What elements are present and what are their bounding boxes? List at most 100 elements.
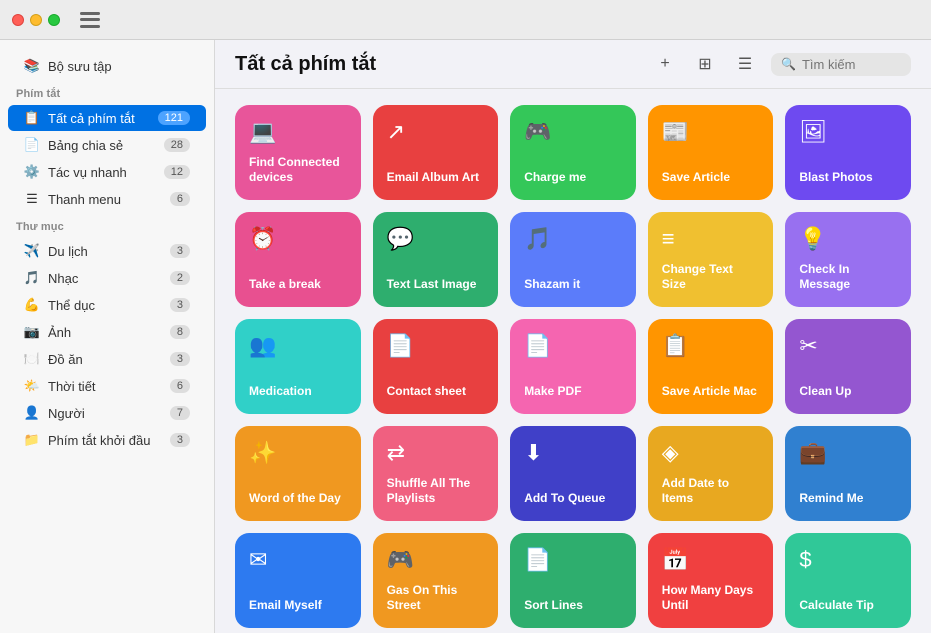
shortcut-card-15[interactable]: ✂ Clean Up <box>785 319 911 414</box>
sidebar-badge-quick: 12 <box>164 165 190 179</box>
list-view-button[interactable]: ☰ <box>731 50 759 78</box>
shortcuts-grid: 💻 Find Connected devices ↗ Email Album A… <box>215 89 931 633</box>
card-label-8: Shazam it <box>524 277 622 293</box>
shortcut-card-3[interactable]: 🎮 Charge me <box>510 105 636 200</box>
sidebar-label-food: Đồ ăn <box>48 352 83 367</box>
card-icon-21: ✉ <box>249 547 347 573</box>
sidebar-item-menu[interactable]: ☰ Thanh menu 6 <box>8 186 206 212</box>
shortcut-card-6[interactable]: ⏰ Take a break <box>235 212 361 307</box>
card-label-16: Word of the Day <box>249 491 347 507</box>
sidebar-badge-menu: 6 <box>170 192 190 206</box>
sidebar: 📚 Bộ sưu tập Phím tắt 📋 Tất cả phím tắt … <box>0 40 215 633</box>
shortcut-card-13[interactable]: 📄 Make PDF <box>510 319 636 414</box>
shortcut-card-14[interactable]: 📋 Save Article Mac <box>648 319 774 414</box>
shortcut-card-17[interactable]: ⇄ Shuffle All The Playlists <box>373 426 499 521</box>
card-icon-15: ✂ <box>799 333 897 359</box>
titlebar <box>0 0 931 40</box>
card-icon-5: 🖼 <box>799 119 897 145</box>
card-label-21: Email Myself <box>249 598 347 614</box>
card-label-9: Change Text Size <box>662 262 760 293</box>
card-label-20: Remind Me <box>799 491 897 507</box>
search-input[interactable] <box>802 57 902 72</box>
shortcut-card-23[interactable]: 📄 Sort Lines <box>510 533 636 628</box>
card-icon-22: 🎮 <box>387 547 485 573</box>
sidebar-item-music[interactable]: 🎵 Nhạc 2 <box>8 265 206 291</box>
card-label-1: Find Connected devices <box>249 155 347 186</box>
sidebar-label-music: Nhạc <box>48 271 78 286</box>
sidebar-icon-travel: ✈️ <box>24 243 40 259</box>
main-header: Tất cả phím tắt + ⊞ ☰ 🔍 <box>215 40 931 89</box>
sidebar-badge-travel: 3 <box>170 244 190 258</box>
shortcut-card-9[interactable]: ≡ Change Text Size <box>648 212 774 307</box>
sidebar-icon-photos: 📷 <box>24 324 40 340</box>
shortcut-card-18[interactable]: ⬇ Add To Queue <box>510 426 636 521</box>
main-content: Tất cả phím tắt + ⊞ ☰ 🔍 💻 Find Connected… <box>215 40 931 633</box>
sidebar-label-travel: Du lịch <box>48 244 88 259</box>
shortcut-card-21[interactable]: ✉ Email Myself <box>235 533 361 628</box>
shortcut-card-7[interactable]: 💬 Text Last Image <box>373 212 499 307</box>
shortcut-card-4[interactable]: 📰 Save Article <box>648 105 774 200</box>
shortcut-card-19[interactable]: ◈ Add Date to Items <box>648 426 774 521</box>
section-categories-header: Thư mục <box>0 213 214 237</box>
shortcut-card-11[interactable]: 👥 Medication <box>235 319 361 414</box>
shortcut-card-8[interactable]: 🎵 Shazam it <box>510 212 636 307</box>
sidebar-item-fitness[interactable]: 💪 Thể dục 3 <box>8 292 206 318</box>
section-shortcuts-header: Phím tắt <box>0 80 214 104</box>
card-label-13: Make PDF <box>524 384 622 400</box>
collection-button[interactable]: 📚 Bộ sưu tập <box>8 52 206 80</box>
sidebar-item-people[interactable]: 👤 Người 7 <box>8 400 206 426</box>
sidebar-badge-food: 3 <box>170 352 190 366</box>
traffic-lights <box>12 14 60 26</box>
minimize-button[interactable] <box>30 14 42 26</box>
shortcut-card-5[interactable]: 🖼 Blast Photos <box>785 105 911 200</box>
card-icon-14: 📋 <box>662 333 760 359</box>
card-icon-23: 📄 <box>524 547 622 573</box>
add-shortcut-button[interactable]: + <box>651 50 679 78</box>
sidebar-item-starter[interactable]: 📁 Phím tắt khởi đầu 3 <box>8 427 206 453</box>
sidebar-badge-photos: 8 <box>170 325 190 339</box>
shortcut-card-12[interactable]: 📄 Contact sheet <box>373 319 499 414</box>
shortcut-card-10[interactable]: 💡 Check In Message <box>785 212 911 307</box>
sidebar-icon-starter: 📁 <box>24 432 40 448</box>
search-box: 🔍 <box>771 53 911 76</box>
shortcut-card-22[interactable]: 🎮 Gas On This Street <box>373 533 499 628</box>
shortcut-card-24[interactable]: 📅 How Many Days Until <box>648 533 774 628</box>
sidebar-label-quick: Tác vụ nhanh <box>48 165 127 180</box>
sidebar-label-menu: Thanh menu <box>48 192 121 207</box>
sidebar-item-food[interactable]: 🍽️ Đồ ăn 3 <box>8 346 206 372</box>
maximize-button[interactable] <box>48 14 60 26</box>
app-container: 📚 Bộ sưu tập Phím tắt 📋 Tất cả phím tắt … <box>0 0 931 633</box>
sidebar-item-weather[interactable]: 🌤️ Thời tiết 6 <box>8 373 206 399</box>
sidebar-item-all[interactable]: 📋 Tất cả phím tắt 121 <box>8 105 206 131</box>
shortcut-card-1[interactable]: 💻 Find Connected devices <box>235 105 361 200</box>
card-label-22: Gas On This Street <box>387 583 485 614</box>
card-label-5: Blast Photos <box>799 170 897 186</box>
sidebar-item-quick[interactable]: ⚙️ Tác vụ nhanh 12 <box>8 159 206 185</box>
sidebar-icon-music: 🎵 <box>24 270 40 286</box>
shortcut-card-16[interactable]: ✨ Word of the Day <box>235 426 361 521</box>
sidebar-categories-group: ✈️ Du lịch 3 🎵 Nhạc 2 💪 Thể dục 3 📷 Ảnh … <box>0 238 214 453</box>
card-icon-8: 🎵 <box>524 226 622 252</box>
card-label-11: Medication <box>249 384 347 400</box>
shortcut-card-25[interactable]: $ Calculate Tip <box>785 533 911 628</box>
sidebar-icon-food: 🍽️ <box>24 351 40 367</box>
collection-label: Bộ sưu tập <box>48 59 112 74</box>
card-label-25: Calculate Tip <box>799 598 897 614</box>
card-label-17: Shuffle All The Playlists <box>387 476 485 507</box>
grid-view-button[interactable]: ⊞ <box>691 50 719 78</box>
sidebar-item-travel[interactable]: ✈️ Du lịch 3 <box>8 238 206 264</box>
sidebar-label-fitness: Thể dục <box>48 298 95 313</box>
card-label-4: Save Article <box>662 170 760 186</box>
card-label-7: Text Last Image <box>387 277 485 293</box>
sidebar-item-photos[interactable]: 📷 Ảnh 8 <box>8 319 206 345</box>
sidebar-item-shared[interactable]: 📄 Bảng chia sẻ 28 <box>8 132 206 158</box>
shortcut-card-20[interactable]: 💼 Remind Me <box>785 426 911 521</box>
sidebar-badge-people: 7 <box>170 406 190 420</box>
sidebar-toggle-button[interactable] <box>80 12 100 28</box>
card-label-6: Take a break <box>249 277 347 293</box>
shortcut-card-2[interactable]: ↗ Email Album Art <box>373 105 499 200</box>
sidebar-label-people: Người <box>48 406 85 421</box>
sidebar-badge-music: 2 <box>170 271 190 285</box>
close-button[interactable] <box>12 14 24 26</box>
card-icon-18: ⬇ <box>524 440 622 466</box>
